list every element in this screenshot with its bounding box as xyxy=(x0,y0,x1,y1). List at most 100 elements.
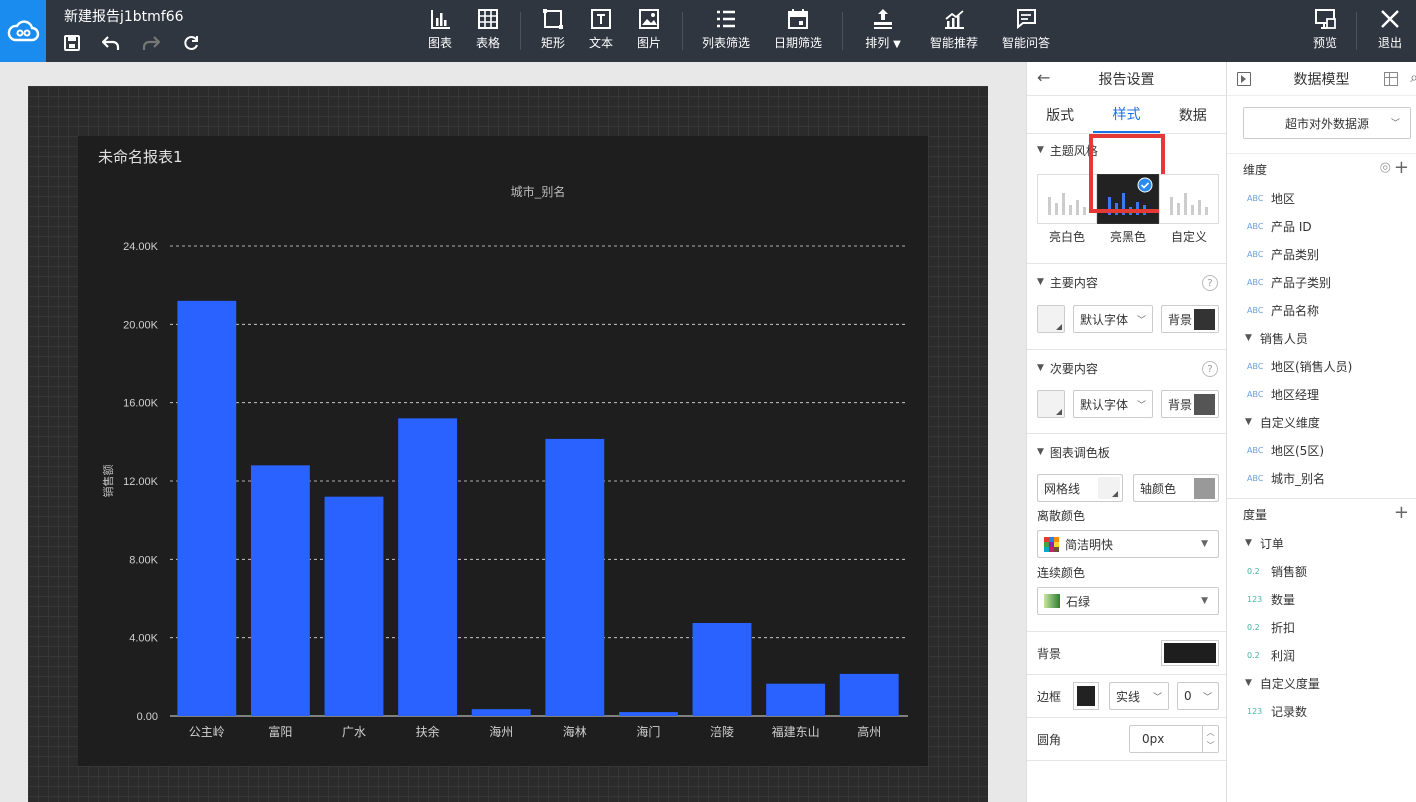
theme-custom-label[interactable]: 自定义 xyxy=(1159,228,1219,245)
discrete-color-value: 简洁明快 xyxy=(1065,537,1114,552)
discrete-color-select[interactable]: 简洁明快 ▼ xyxy=(1037,530,1219,558)
bar-扶余[interactable] xyxy=(398,418,458,716)
preview-button[interactable]: 预览 xyxy=(1309,8,1341,54)
bar-高州[interactable] xyxy=(839,673,899,716)
measure-field[interactable]: 123 数量 xyxy=(1227,585,1416,613)
main-bg-picker[interactable]: 背景 xyxy=(1161,305,1219,333)
refresh-button[interactable] xyxy=(181,32,203,54)
bar-福建东山[interactable] xyxy=(766,683,826,716)
help-icon[interactable]: ? xyxy=(1202,361,1218,377)
radius-input[interactable]: 0px ︿ ﹀ xyxy=(1129,725,1219,753)
dimension-group[interactable]: ▼ 销售人员 xyxy=(1227,324,1416,352)
bar-涪陵[interactable] xyxy=(692,622,752,716)
redo-button[interactable] xyxy=(140,32,162,54)
theme-light-swatch[interactable] xyxy=(1037,174,1097,224)
dimension-field[interactable]: ABC 地区经理 xyxy=(1227,380,1416,408)
bar-广水[interactable] xyxy=(324,496,384,716)
radius-stepper[interactable]: ︿ ﹀ xyxy=(1202,726,1218,752)
measure-field[interactable]: 0.2 销售额 xyxy=(1227,557,1416,585)
tab-style[interactable]: 样式 xyxy=(1093,96,1160,133)
back-arrow-icon[interactable]: ← xyxy=(1037,68,1050,87)
help-icon[interactable]: ? xyxy=(1202,275,1218,291)
chevron-down-icon: ﹀ xyxy=(1390,119,1400,129)
measure-group[interactable]: ▼ 订单 xyxy=(1227,529,1416,557)
measure-field[interactable]: 0.2 利润 xyxy=(1227,641,1416,669)
measure-field[interactable]: 0.2 折扣 xyxy=(1227,613,1416,641)
main-font-color-picker[interactable] xyxy=(1037,305,1065,333)
tab-layout[interactable]: 版式 xyxy=(1027,96,1093,133)
dimension-field-label: 产品 ID xyxy=(1271,219,1312,234)
measure-group[interactable]: ▼ 自定义度量 xyxy=(1227,669,1416,697)
dimension-field[interactable]: ABC 产品名称 xyxy=(1227,296,1416,324)
border-style-select[interactable]: 实线 ﹀ xyxy=(1109,682,1169,710)
tool-text[interactable]: 文本 xyxy=(585,8,617,54)
secondary-content-header[interactable]: ▼ 次要内容 xyxy=(1027,350,1226,386)
app-logo[interactable] xyxy=(0,0,46,62)
theme-light-label[interactable]: 亮白色 xyxy=(1037,228,1097,245)
secondary-font-select[interactable]: 默认字体 ﹀ xyxy=(1073,390,1153,418)
tool-smart-qa[interactable]: 智能问答 xyxy=(1000,8,1052,54)
search-icon[interactable]: ⌕ xyxy=(1410,70,1416,86)
add-measure-icon[interactable]: + xyxy=(1394,502,1409,523)
chevron-down-icon: ▼ xyxy=(1245,333,1252,343)
background-color-picker[interactable] xyxy=(1161,640,1219,666)
gridline-color-picker[interactable]: 网格线 xyxy=(1037,474,1123,502)
secondary-bg-swatch xyxy=(1194,394,1215,415)
theme-custom-swatch[interactable] xyxy=(1159,174,1219,224)
measure-field[interactable]: 123 记录数 xyxy=(1227,697,1416,725)
bar-海州[interactable] xyxy=(471,709,531,716)
chart-widget[interactable]: 未命名报表1 城市_别名 销售额 0.00 4.00K 8.00K 12.00K 16.00… xyxy=(78,136,928,766)
dimension-field[interactable]: ABC 城市_别名 xyxy=(1227,464,1416,492)
bar-海林[interactable] xyxy=(545,438,605,716)
secondary-font-color-picker[interactable] xyxy=(1037,390,1065,418)
tool-list-filter[interactable]: 列表筛选 xyxy=(698,8,754,54)
tool-image-label: 图片 xyxy=(636,36,661,50)
tool-rectangle[interactable]: 矩形 xyxy=(537,8,569,54)
tool-chart[interactable]: 图表 xyxy=(424,8,456,54)
datasource-select[interactable]: 超市对外数据源 ﹀ xyxy=(1243,107,1411,139)
tool-smart-recommend[interactable]: 智能推荐 xyxy=(928,8,980,54)
theme-dark-label[interactable]: 亮黑色 xyxy=(1097,228,1159,245)
dimension-field[interactable]: ABC 产品 ID xyxy=(1227,212,1416,240)
radius-label: 圆角 xyxy=(1037,733,1062,747)
border-color-picker[interactable] xyxy=(1073,682,1099,710)
stepper-down-icon[interactable]: ﹀ xyxy=(1207,740,1215,751)
main-content-header[interactable]: ▼ 主要内容 xyxy=(1027,264,1226,300)
continuous-color-select[interactable]: 石绿 ▼ xyxy=(1037,587,1219,615)
report-name[interactable]: 新建报告j1btmf66 xyxy=(64,6,184,26)
globe-icon[interactable]: ◎ xyxy=(1380,160,1391,175)
bar-富阳[interactable] xyxy=(250,465,310,716)
add-dimension-icon[interactable]: + xyxy=(1394,157,1409,178)
axis-color-picker[interactable]: 轴颜色 xyxy=(1133,474,1219,502)
dimension-field[interactable]: ABC 地区(5区) xyxy=(1227,436,1416,464)
chart-title[interactable]: 城市_别名 xyxy=(511,184,566,199)
table-view-icon[interactable] xyxy=(1384,72,1398,86)
measures-label: 度量 xyxy=(1243,507,1268,522)
bar-海门[interactable] xyxy=(618,712,678,716)
undo-button[interactable] xyxy=(100,32,122,54)
stepper-up-icon[interactable]: ︿ xyxy=(1207,727,1215,738)
theme-dark-swatch[interactable] xyxy=(1097,174,1159,224)
report-canvas[interactable]: 未命名报表1 城市_别名 销售额 0.00 4.00K 8.00K 12.00K 16.00… xyxy=(28,86,988,802)
palette-header[interactable]: ▼ 图表调色板 xyxy=(1027,434,1226,470)
dimension-field[interactable]: ABC 产品类别 xyxy=(1227,240,1416,268)
tool-table[interactable]: 表格 xyxy=(472,8,504,54)
theme-section-header[interactable]: ▼ 主题风格 xyxy=(1027,134,1226,166)
collapse-panel-icon[interactable] xyxy=(1237,72,1251,86)
dimension-field[interactable]: ABC 地区 xyxy=(1227,184,1416,212)
dimension-field[interactable]: ABC 地区(销售人员) xyxy=(1227,352,1416,380)
tool-date-filter[interactable]: 日期筛选 xyxy=(770,8,826,54)
secondary-bg-picker[interactable]: 背景 xyxy=(1161,390,1219,418)
dimension-group[interactable]: ▼ 自定义维度 xyxy=(1227,408,1416,436)
bar-公主岭[interactable] xyxy=(177,300,237,716)
tab-data[interactable]: 数据 xyxy=(1160,96,1226,133)
tool-image[interactable]: 图片 xyxy=(633,8,665,54)
tool-arrange[interactable]: 排列 ▼ xyxy=(860,8,906,54)
bar-chart[interactable]: 城市_别名销售额 0.00 4.00K 8.00K 12.00K 16.00K 20.00K… xyxy=(78,136,928,766)
y-tick-label: 4.00K xyxy=(129,633,158,645)
save-button[interactable] xyxy=(61,32,83,54)
main-font-select[interactable]: 默认字体 ﹀ xyxy=(1073,305,1153,333)
border-width-select[interactable]: 0 ﹀ xyxy=(1177,682,1219,710)
exit-button[interactable]: 退出 xyxy=(1374,8,1406,54)
dimension-field[interactable]: ABC 产品子类别 xyxy=(1227,268,1416,296)
